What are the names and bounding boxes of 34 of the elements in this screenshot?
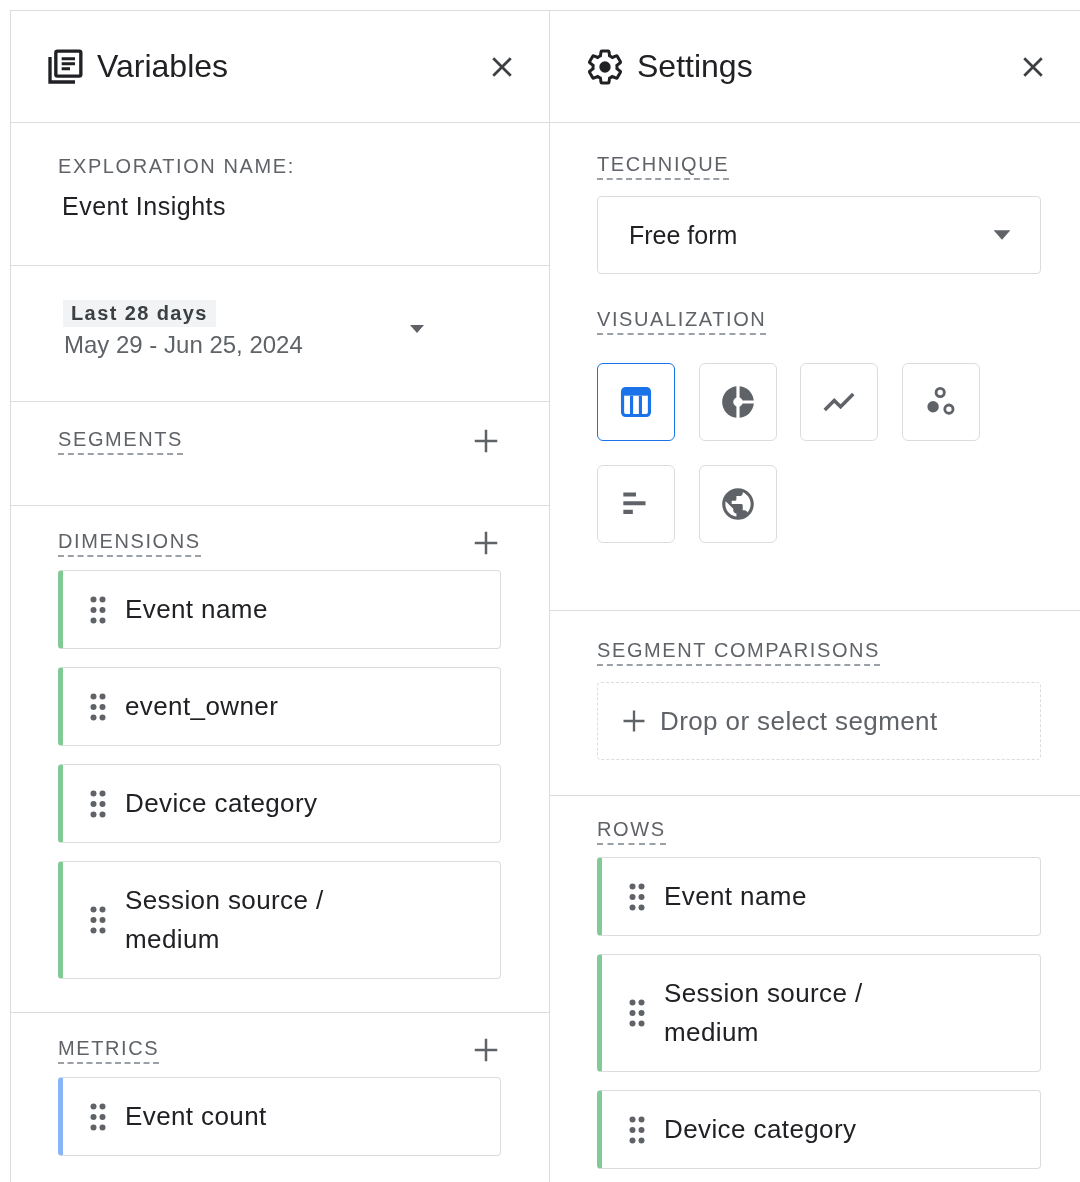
section-label: ROWS (597, 818, 666, 845)
caret-icon (992, 229, 1012, 241)
section-label: TECHNIQUE (597, 153, 730, 180)
dimension-chip[interactable]: Event name (58, 570, 501, 649)
drag-handle-icon[interactable] (628, 998, 646, 1028)
drag-handle-icon[interactable] (89, 905, 107, 935)
panel-title: Settings (637, 48, 754, 85)
section-label: VISUALIZATION (597, 308, 767, 335)
drag-handle-icon[interactable] (89, 1101, 107, 1132)
drag-handle-icon[interactable] (89, 691, 107, 722)
dimension-chip[interactable]: Device category (597, 1090, 1041, 1169)
dimension-chip[interactable]: Event name (597, 857, 1041, 936)
date-range-text[interactable]: May 29 - Jun 25, 2024 (64, 331, 303, 359)
dimension-chip[interactable]: Session source / medium (58, 861, 501, 979)
drag-handle-icon[interactable] (89, 594, 107, 625)
visualization-button[interactable] (597, 363, 675, 441)
section-label: EXPLORATION NAME: (58, 155, 295, 179)
caret-icon[interactable] (409, 324, 425, 334)
section-label: DIMENSIONS (58, 529, 201, 557)
drag-handle-icon[interactable] (628, 1114, 646, 1145)
drag-handle-icon[interactable] (89, 788, 107, 819)
date-preset-label[interactable]: Last 28 days (63, 300, 216, 327)
dimension-chip[interactable]: Event count (58, 1077, 501, 1156)
section-label: SEGMENT COMPARISONS (597, 639, 881, 666)
segment-drop-zone[interactable]: Drop or select segment (597, 682, 1041, 760)
section-label: SEGMENTS (58, 427, 184, 455)
exploration-name[interactable]: Event Insights (62, 192, 501, 221)
dimension-chip[interactable]: event_owner (58, 667, 501, 746)
technique-dropdown[interactable]: Free form (597, 196, 1041, 274)
section-label: METRICS (58, 1036, 160, 1064)
dimension-chip[interactable]: Device category (58, 764, 501, 843)
drag-handle-icon[interactable] (628, 881, 646, 912)
panel-title: Variables (97, 48, 230, 85)
dimension-chip[interactable]: Session source / medium (597, 954, 1041, 1072)
